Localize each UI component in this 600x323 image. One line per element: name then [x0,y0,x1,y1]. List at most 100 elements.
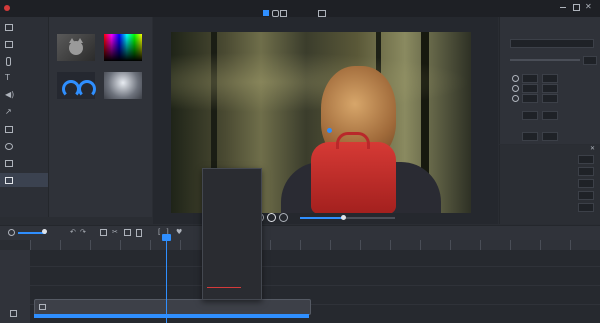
annotation-icon [5,143,13,150]
sidebar-item-8[interactable] [2,139,46,153]
timeline-toolbar: ↶ ↷ ✂ [ ] ♥ [0,225,600,240]
library-icon [5,41,13,48]
radio-option[interactable] [512,95,519,102]
radio-option[interactable] [512,85,519,92]
scrub-bar-fill [300,217,343,219]
effects-panel [49,17,152,217]
marker-in-icon[interactable]: [ [158,228,161,236]
media-icon [5,24,13,31]
text-icon: T [5,73,10,82]
sidebar-item-5[interactable]: ◀) [2,88,46,102]
light-rays-thumbnail[interactable] [104,72,142,99]
select-tool-icon[interactable] [263,10,269,16]
properties-panel [499,17,600,144]
context-menu-item[interactable] [203,252,261,261]
scale-y-field[interactable] [542,84,558,93]
position-x-field[interactable] [522,74,538,83]
rotation-y-field[interactable] [542,94,558,103]
context-menu [202,168,262,300]
next-frame-icon[interactable] [279,213,288,222]
cursor-icon: ↗ [5,107,12,116]
context-menu-item[interactable] [203,288,261,297]
cat-silhouette [69,41,83,55]
rainbow-arc-thumbnail[interactable] [57,72,96,99]
minimize-icon[interactable] [560,7,566,8]
zoom-handle[interactable] [42,229,47,234]
delete-icon[interactable] [136,229,142,237]
property-dropdown[interactable] [510,39,594,48]
close-icon[interactable]: ✕ [590,145,595,152]
color-gradient-thumbnail[interactable] [104,34,142,61]
context-menu-item[interactable] [203,198,261,207]
position-y-field[interactable] [542,74,558,83]
crop-tool-icon[interactable] [280,10,287,17]
favorite-icon[interactable]: ♥ [176,228,182,236]
hand-tool-icon[interactable] [272,10,279,17]
size-field[interactable] [542,111,558,120]
context-menu-item[interactable] [203,180,261,189]
play-icon[interactable] [267,213,276,222]
playhead[interactable] [166,240,167,323]
playhead-handle[interactable] [162,234,171,241]
maximize-icon[interactable] [573,4,580,11]
context-menu-item[interactable] [203,216,261,225]
opacity-slider[interactable] [510,59,580,61]
context-menu-item[interactable] [203,243,261,252]
redo-icon[interactable]: ↷ [80,228,86,236]
copy-icon[interactable] [124,229,131,236]
lock-icon[interactable] [10,310,17,317]
sidebar-item-3[interactable] [2,54,46,68]
sidebar-item-2[interactable] [2,37,46,51]
context-menu-item[interactable] [203,171,261,180]
cat-thumbnail[interactable] [57,34,95,61]
red-backpack [311,142,396,213]
scrub-handle[interactable] [340,215,346,220]
app-menu-button[interactable] [4,5,10,11]
timeline-clip[interactable] [34,299,311,315]
split-icon[interactable] [100,229,107,236]
transform-handle-center[interactable] [327,128,332,133]
property-field[interactable] [542,132,558,141]
rotation-x-field[interactable] [522,94,538,103]
context-menu-item[interactable] [203,189,261,198]
context-menu-item[interactable] [203,225,261,234]
size-field[interactable] [522,111,538,120]
context-menu-item[interactable] [203,270,261,279]
sidebar-item-4[interactable]: T [2,71,46,85]
scrub-bar[interactable] [300,215,395,220]
radio-option[interactable] [512,75,519,82]
opacity-field[interactable] [583,56,597,65]
track-header [0,250,31,323]
sidebar-item-7[interactable] [2,122,46,136]
zoom-icon[interactable] [8,229,15,236]
effect-settings-panel: ✕ [499,145,600,224]
effect-value-field[interactable] [578,191,594,200]
timeline [0,234,600,323]
sidebar-item-6[interactable]: ↗ [2,105,46,119]
sidebar-item-9[interactable] [2,156,46,170]
transition-icon [5,126,13,133]
property-field[interactable] [522,132,538,141]
title-bar: ✕ [0,0,600,17]
backpack-strap [336,132,370,149]
effect-value-field[interactable] [578,179,594,188]
context-menu-item[interactable] [203,279,261,288]
effects-icon [5,177,13,184]
effect-value-field[interactable] [578,167,594,176]
filter-icon [5,160,13,167]
left-sidebar: T ◀) ↗ [0,17,49,217]
sidebar-item-10[interactable] [0,173,48,187]
photo-icon[interactable] [318,10,326,17]
undo-icon[interactable]: ↶ [70,228,76,236]
close-icon[interactable]: ✕ [585,2,592,11]
sidebar-item-1[interactable] [2,20,46,34]
clip-icon [39,304,46,310]
scale-x-field[interactable] [522,84,538,93]
context-menu-item[interactable] [203,261,261,270]
effect-value-field[interactable] [578,155,594,164]
context-menu-item[interactable] [203,234,261,243]
cut-icon[interactable]: ✂ [112,228,118,236]
effect-value-field[interactable] [578,203,594,212]
context-menu-item[interactable] [203,207,261,216]
microphone-icon [6,57,11,66]
